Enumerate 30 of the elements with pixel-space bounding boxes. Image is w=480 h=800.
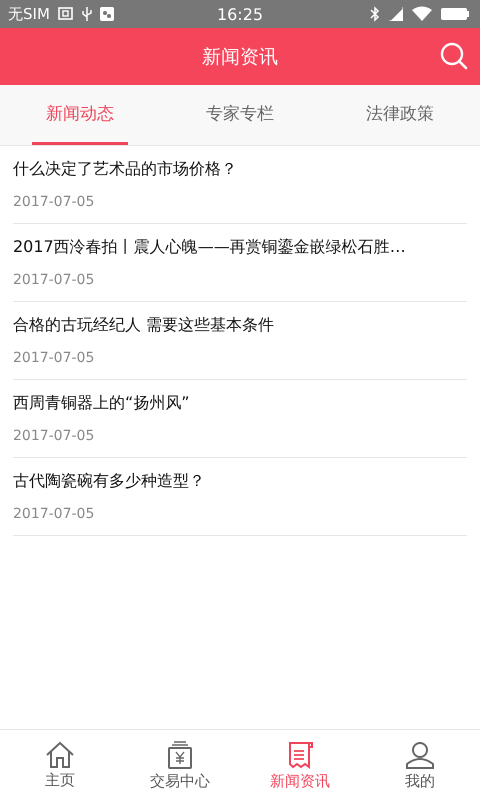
screenshot-icon bbox=[58, 7, 74, 21]
news-title[interactable]: 古代陶瓷碗有多少种造型？ bbox=[13, 471, 467, 492]
no-signal-icon bbox=[388, 6, 404, 22]
nav-tab[interactable]: 我的 bbox=[360, 730, 480, 800]
notification-icon bbox=[100, 7, 114, 21]
nav-tab[interactable]: 新闻资讯 bbox=[240, 730, 360, 800]
news-tab[interactable]: 法律政策 bbox=[352, 85, 448, 145]
news-tab[interactable]: 专家专栏 bbox=[192, 85, 288, 145]
money-box-icon bbox=[165, 740, 195, 770]
nav-tab[interactable]: 主页 bbox=[0, 730, 120, 800]
news-title[interactable]: 西周青铜器上的“扬州风” bbox=[13, 393, 467, 414]
carrier-text: 无SIM bbox=[8, 4, 50, 24]
news-title[interactable]: 2017西泠春拍丨震人心魄——再赏铜鎏金嵌绿松石胜… bbox=[13, 237, 467, 258]
nav-tab[interactable]: 交易中心 bbox=[120, 730, 240, 800]
news-date: 2017-07-05 bbox=[13, 428, 96, 444]
news-title[interactable]: 合格的古玩经纪人 需要这些基本条件 bbox=[13, 315, 467, 336]
news-date: 2017-07-05 bbox=[13, 194, 96, 210]
bluetooth-icon bbox=[370, 6, 380, 22]
battery-icon bbox=[440, 7, 470, 21]
search-icon[interactable] bbox=[440, 42, 468, 70]
news-date: 2017-07-05 bbox=[13, 506, 96, 522]
news-title[interactable]: 什么决定了艺术品的市场价格？ bbox=[13, 159, 467, 180]
page-title: 新闻资讯 bbox=[202, 44, 278, 70]
news-date: 2017-07-05 bbox=[13, 350, 96, 366]
usb-icon bbox=[82, 6, 92, 22]
clock-text: 16:25 bbox=[216, 4, 264, 24]
person-icon bbox=[405, 740, 435, 770]
house-icon bbox=[45, 740, 75, 768]
wifi-icon bbox=[412, 6, 432, 22]
news-date: 2017-07-05 bbox=[13, 272, 96, 288]
